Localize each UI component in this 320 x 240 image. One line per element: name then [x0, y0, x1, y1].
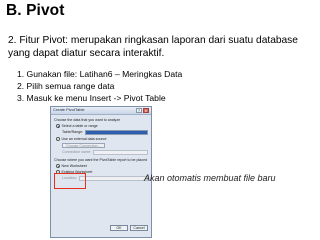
select-table-label: Select a table or range [61, 124, 98, 129]
dialog-buttons: OK Cancel [110, 225, 148, 231]
choose-connection-button[interactable]: Choose Connection... [62, 142, 105, 148]
new-worksheet-label: New Worksheet [61, 163, 87, 168]
choose-data-label: Choose the data that you want to analyze [54, 118, 121, 122]
dialog-title: Create PivotTable [53, 107, 85, 113]
radio-selected-icon[interactable] [56, 124, 60, 129]
create-pivottable-dialog: Create PivotTable ? ✕ Choose the data th… [50, 106, 152, 238]
highlight-box [54, 173, 86, 189]
external-source-option[interactable]: Use an external data source [54, 137, 148, 142]
connection-name-row: Connection name: [54, 149, 148, 155]
placement-label: Choose where you want the PivotTable rep… [54, 157, 148, 162]
table-range-row: Table/Range: [54, 130, 148, 136]
radio-icon[interactable] [56, 136, 60, 141]
step-item: 3. Masuk ke menu Insert -> Pivot Table [17, 93, 166, 103]
close-icon[interactable]: ✕ [143, 108, 149, 113]
ok-button[interactable]: OK [110, 225, 128, 231]
cancel-button[interactable]: Cancel [130, 225, 148, 231]
steps-list: 1. Gunakan file: Latihan6 – Meringkas Da… [17, 68, 182, 104]
location-field[interactable] [78, 176, 148, 182]
connection-name-label: Connection name: [62, 150, 92, 155]
dialog-controls: ? ✕ [136, 108, 149, 113]
radio-selected-icon[interactable] [56, 164, 60, 169]
table-range-input[interactable] [85, 130, 148, 136]
new-worksheet-option[interactable]: New Worksheet [54, 164, 148, 169]
slide-title: B. Pivot [6, 2, 65, 19]
dialog-titlebar: Create PivotTable ? ✕ [51, 107, 151, 115]
connection-name-field [93, 149, 148, 155]
select-table-option[interactable]: Select a table or range [54, 124, 148, 129]
intro-text: 2. Fitur Pivot: merupakan ringkasan lapo… [8, 35, 298, 59]
step-item: 1. Gunakan file: Latihan6 – Meringkas Da… [17, 69, 183, 79]
step-item: 2. Pilih semua range data [17, 81, 115, 91]
table-range-label: Table/Range: [62, 130, 84, 135]
external-source-label: Use an external data source [61, 136, 107, 141]
annotation-caption: Akan otomatis membuat file baru [144, 173, 276, 183]
help-icon[interactable]: ? [136, 108, 142, 113]
